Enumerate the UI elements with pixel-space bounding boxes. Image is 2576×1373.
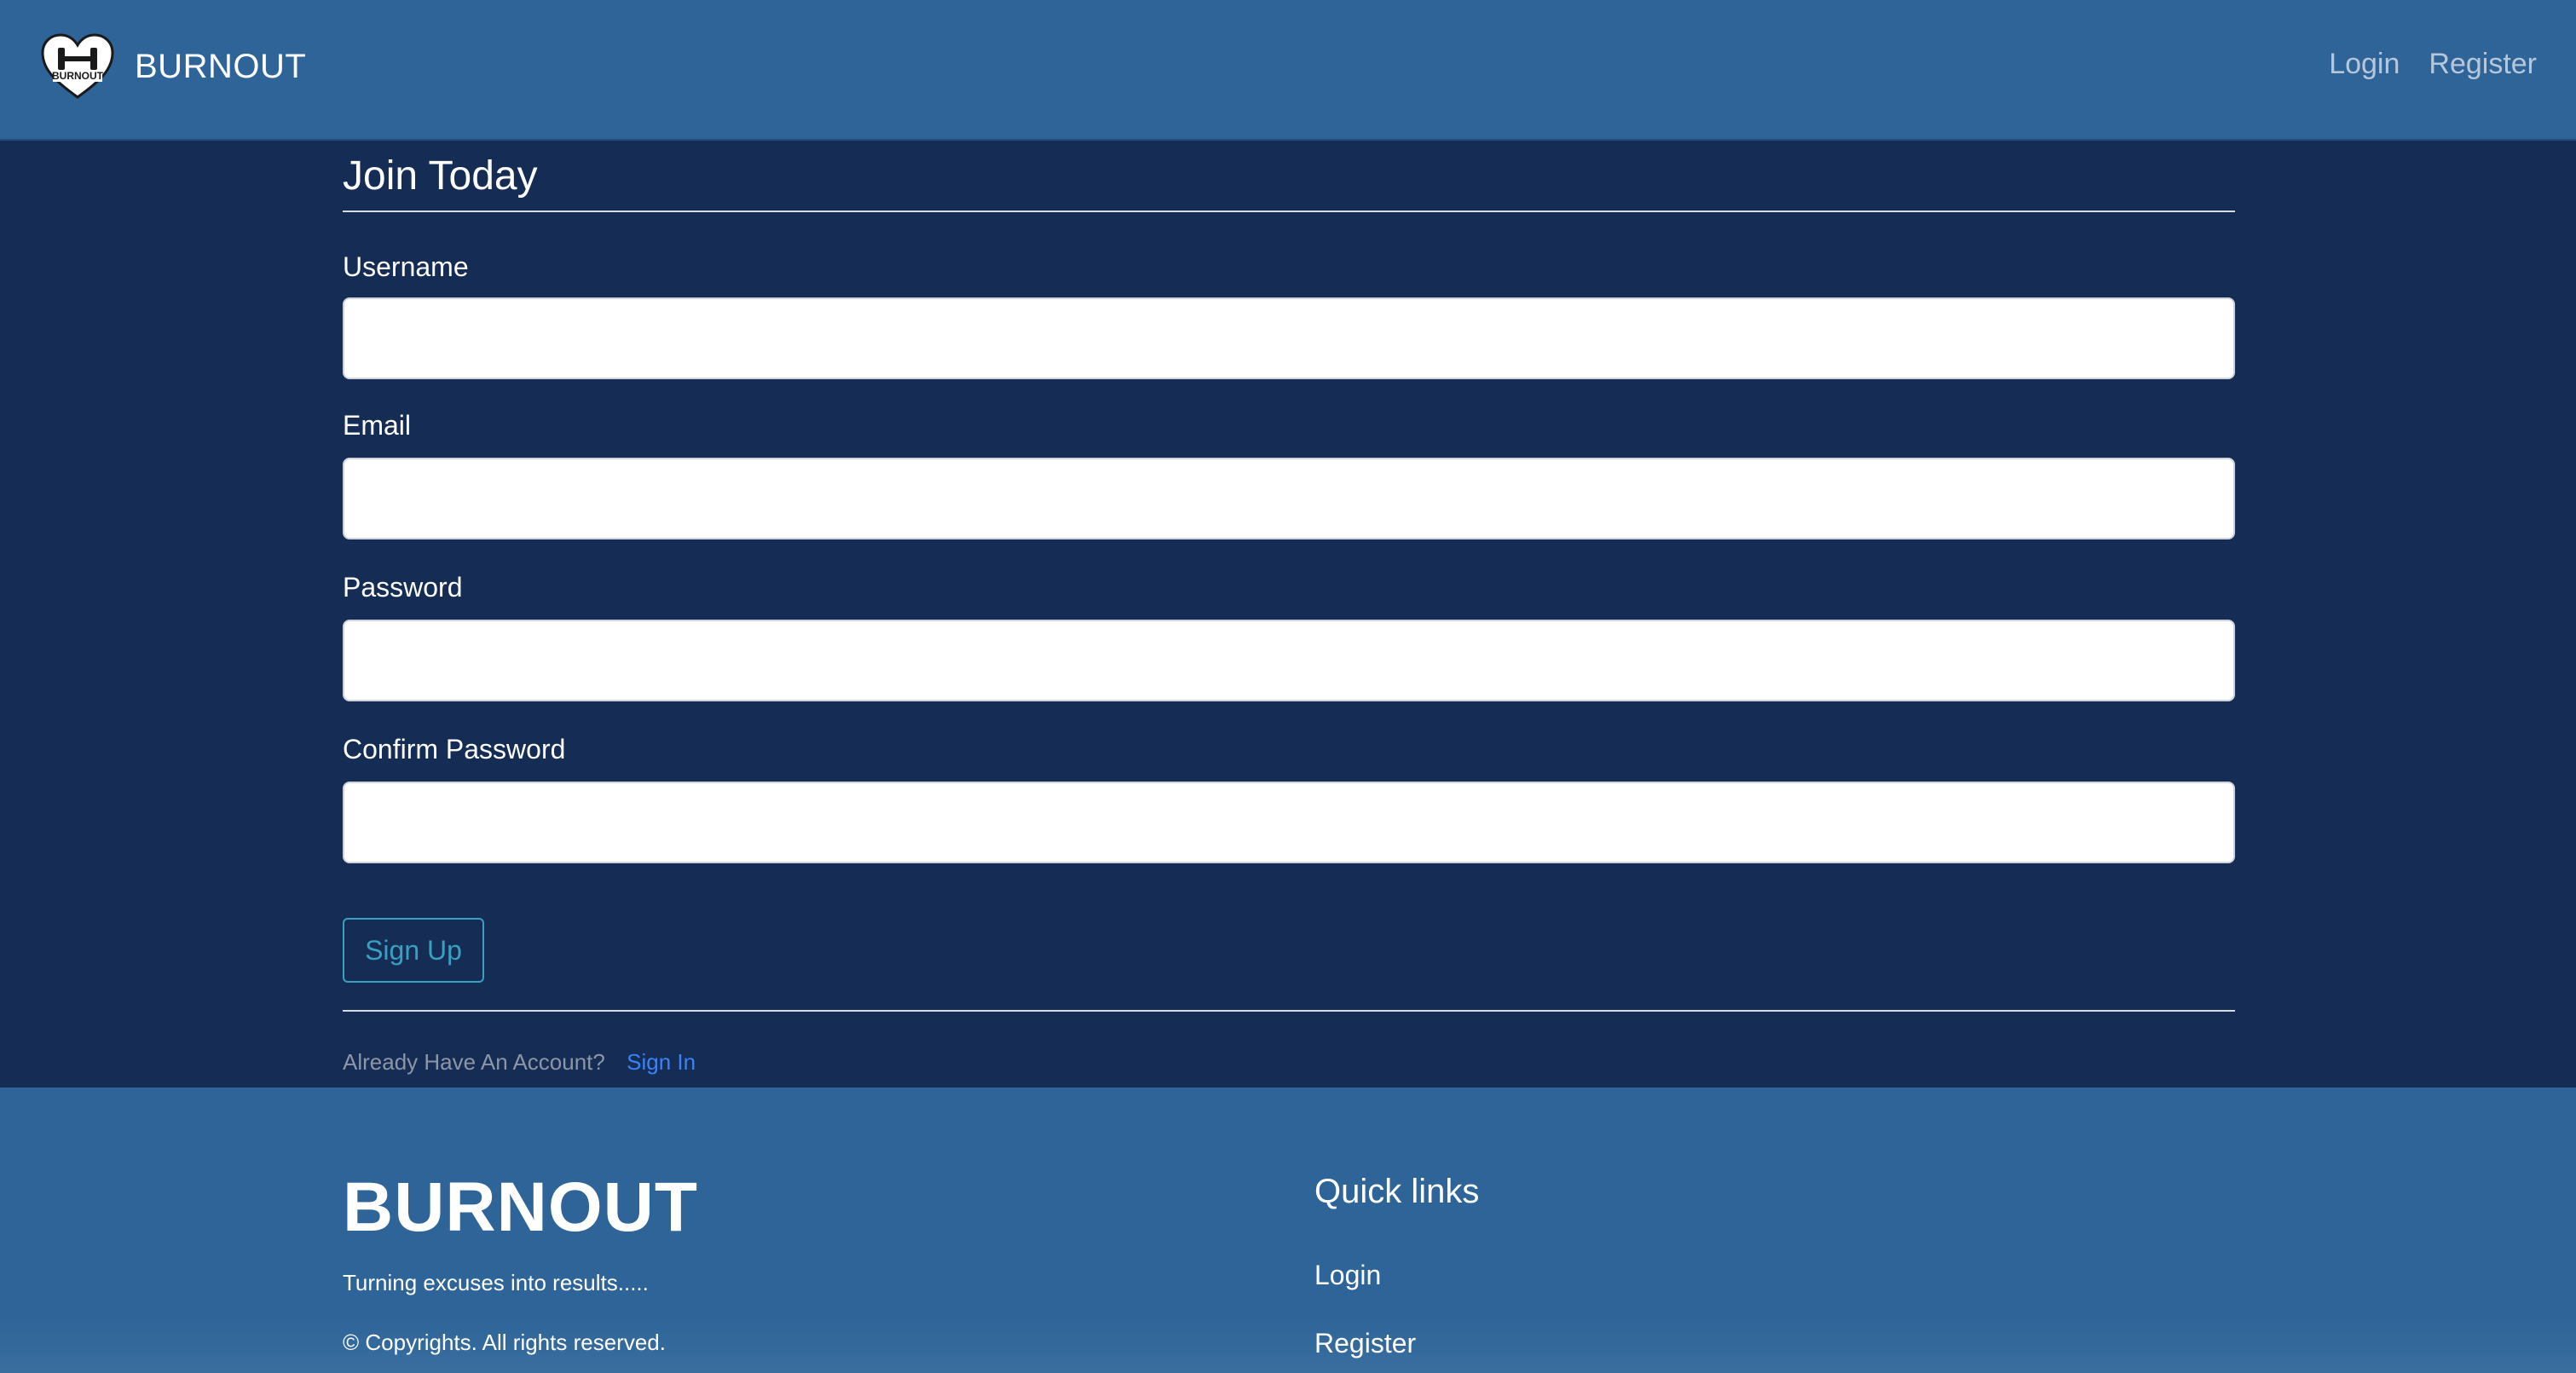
nav-links: Login Register — [2329, 48, 2537, 81]
brand-link[interactable]: BURNOUT BURNOUT — [39, 32, 306, 101]
username-input[interactable] — [343, 297, 2235, 379]
footer-register-link[interactable]: Register — [1314, 1328, 1416, 1359]
brand-name[interactable]: BURNOUT — [135, 48, 306, 86]
signin-prompt: Already Have An Account? — [343, 1049, 605, 1075]
footer-login-link[interactable]: Login — [1314, 1260, 1381, 1291]
password-input[interactable] — [343, 620, 2235, 701]
username-group: Username — [343, 250, 2235, 379]
footer-brand: BURNOUT — [343, 1168, 698, 1246]
password-label: Password — [343, 572, 463, 603]
username-label: Username — [343, 251, 469, 282]
nav-login-link[interactable]: Login — [2329, 48, 2400, 81]
email-label: Email — [343, 410, 412, 441]
sign-up-button[interactable]: Sign Up — [343, 918, 484, 983]
footer: BURNOUT Turning excuses into results....… — [0, 1087, 2576, 1373]
quick-links-heading: Quick links — [1314, 1173, 1480, 1210]
sign-in-link[interactable]: Sign In — [627, 1049, 696, 1075]
footer-tagline: Turning excuses into results..... — [343, 1270, 649, 1295]
confirm-password-input[interactable] — [343, 782, 2235, 863]
nav-register-link[interactable]: Register — [2429, 48, 2537, 81]
password-group: Password — [343, 570, 2235, 701]
form-divider — [343, 1010, 2235, 1012]
email-group: Email — [343, 408, 2235, 539]
signin-row: Already Have An Account? Sign In — [343, 1049, 2235, 1076]
heart-dumbbell-logo-icon: BURNOUT — [41, 33, 114, 99]
svg-text:BURNOUT: BURNOUT — [52, 70, 104, 82]
navbar: BURNOUT BURNOUT Login Register — [0, 0, 2576, 141]
confirm-password-group: Confirm Password — [343, 732, 2235, 863]
email-input[interactable] — [343, 458, 2235, 539]
footer-copyright: © Copyrights. All rights reserved. — [343, 1330, 666, 1355]
submit-row: Sign Up — [343, 918, 2235, 983]
confirm-password-label: Confirm Password — [343, 734, 566, 764]
form-legend: Join Today — [343, 141, 2235, 212]
registration-form: Join Today Username Email Password Confi… — [343, 141, 2235, 1076]
